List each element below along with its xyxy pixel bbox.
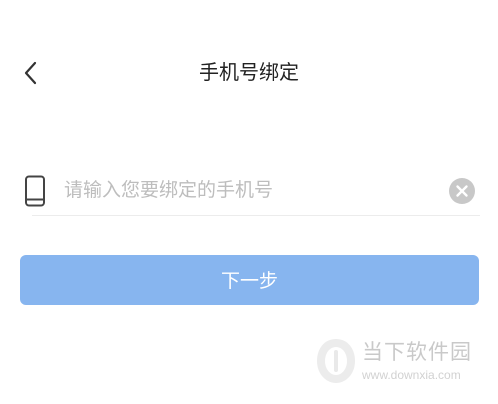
watermark-url: www.downxia.com — [362, 368, 461, 382]
page-title: 手机号绑定 — [199, 60, 299, 84]
header-bar: 手机号绑定 — [0, 0, 498, 150]
input-divider — [32, 215, 480, 216]
site-logo-icon — [317, 339, 355, 383]
watermark: 当下软件园 www.downxia.com — [310, 334, 490, 390]
mobile-phone-icon — [25, 175, 45, 207]
clear-input-button[interactable] — [449, 178, 475, 204]
phone-input-row — [20, 165, 480, 216]
phone-number-input[interactable] — [64, 173, 434, 207]
next-step-button[interactable]: 下一步 — [20, 255, 479, 305]
clear-x-icon — [449, 178, 475, 204]
watermark-title: 当下软件园 — [362, 340, 472, 364]
